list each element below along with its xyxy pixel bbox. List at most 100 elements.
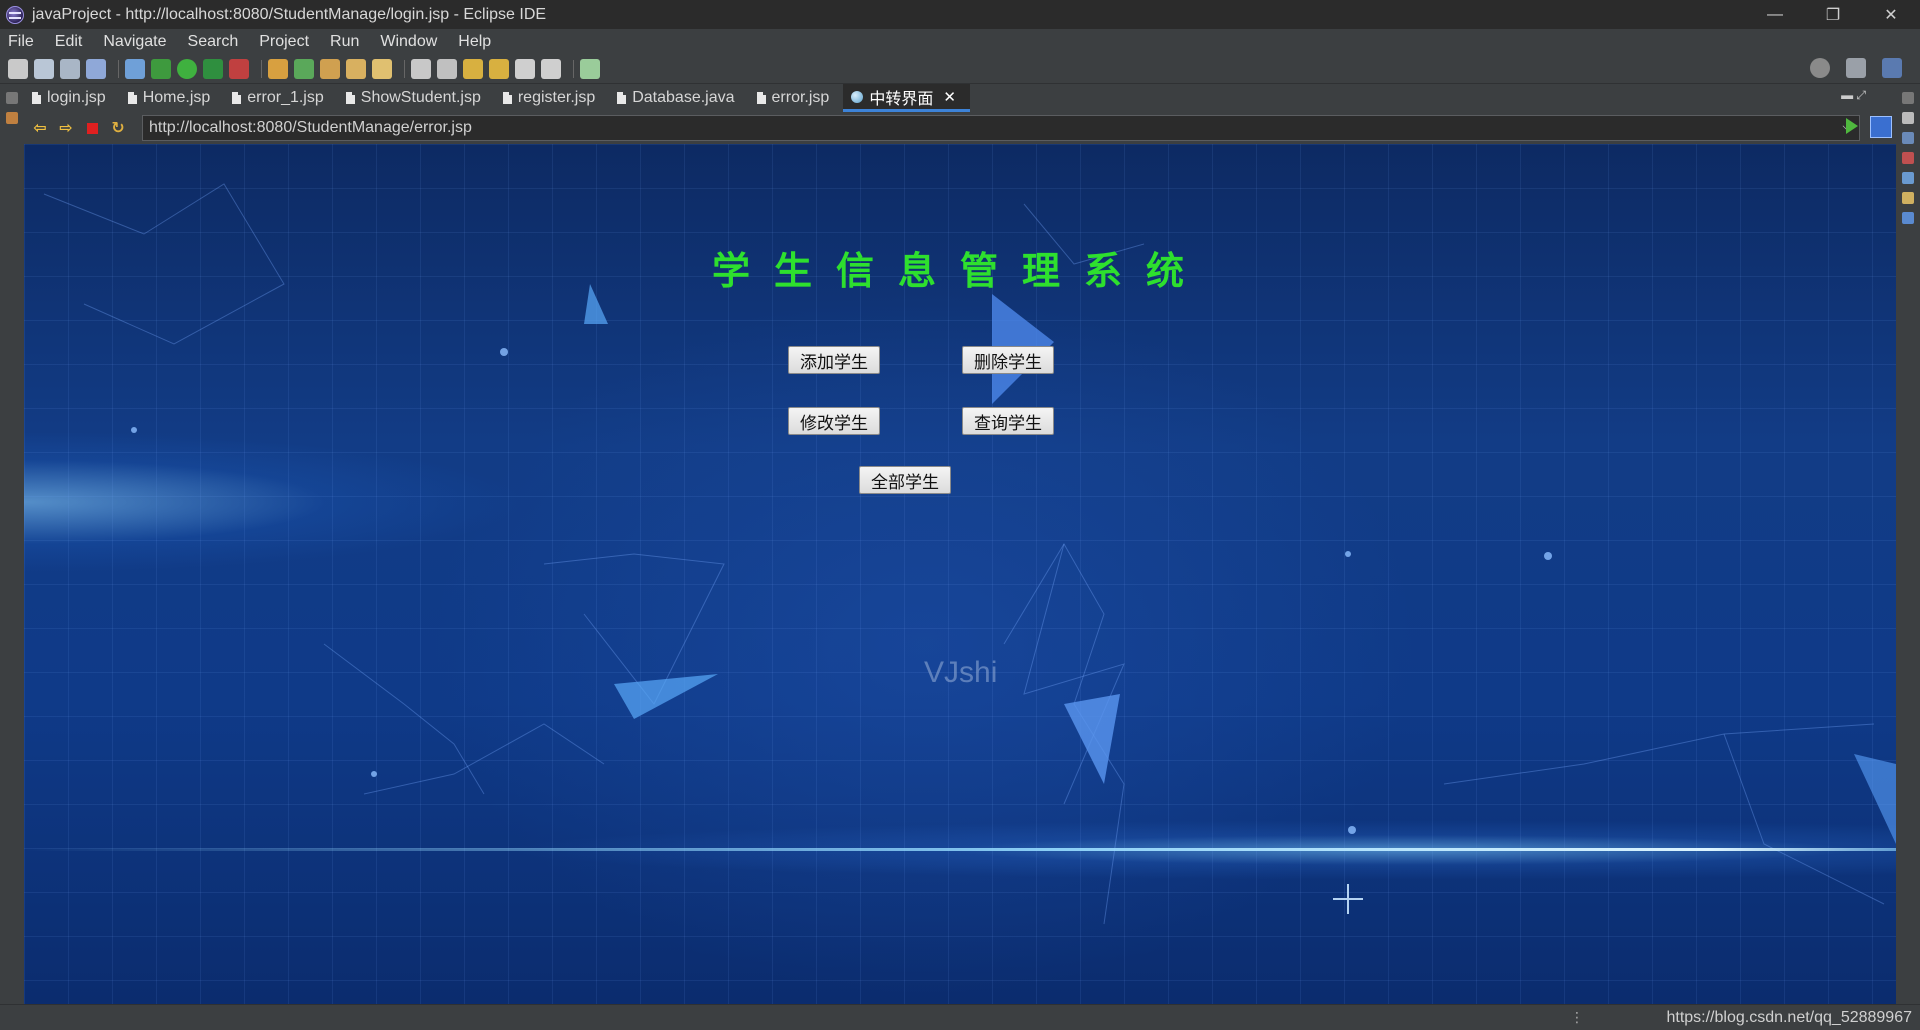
debug-icon[interactable]	[151, 58, 171, 79]
horizontal-light-beam	[24, 848, 1896, 851]
menu-edit[interactable]: Edit	[47, 33, 96, 51]
editor-tab-bar: login.jsp Home.jsp error_1.jsp ShowStude…	[24, 84, 1896, 112]
tab-error-1-jsp[interactable]: error_1.jsp	[224, 84, 337, 112]
tab-label: error.jsp	[771, 89, 830, 106]
menu-project[interactable]: Project	[251, 33, 322, 51]
left-trim-bar	[0, 84, 24, 1004]
browser-menu-icon[interactable]	[1870, 116, 1892, 138]
browser-address-bar: ⇦ ⇨ ↻ http://localhost:8080/StudentManag…	[24, 112, 1896, 144]
run-icon[interactable]	[177, 58, 197, 79]
menu-file[interactable]: File	[0, 33, 47, 51]
search-tool-icon[interactable]	[372, 58, 392, 79]
next-edit-icon[interactable]	[489, 58, 509, 79]
problems-icon[interactable]	[1902, 152, 1914, 164]
forward-arrow-icon[interactable]: ⇨	[56, 118, 76, 138]
external-tools-icon[interactable]	[229, 58, 249, 79]
tab-showstudent-jsp[interactable]: ShowStudent.jsp	[338, 84, 495, 112]
minimize-button[interactable]: —	[1746, 0, 1804, 29]
stop-icon[interactable]	[82, 118, 102, 138]
pin-icon[interactable]	[437, 58, 457, 79]
console-icon[interactable]	[1902, 192, 1914, 204]
search-icon[interactable]	[1810, 58, 1830, 78]
menu-search[interactable]: Search	[180, 33, 252, 51]
toolbar-separator	[404, 59, 405, 78]
tab-label: Home.jsp	[142, 89, 211, 106]
restore-view-icon[interactable]	[1902, 92, 1914, 104]
terminal-icon[interactable]	[86, 58, 106, 79]
window-title: javaProject - http://localhost:8080/Stud…	[32, 5, 547, 23]
eclipse-logo-icon	[6, 5, 24, 24]
globe-icon	[851, 90, 864, 103]
tab-home-jsp[interactable]: Home.jsp	[120, 84, 225, 112]
web-page-content: 学生信息管理系统 添加学生 删除学生 修改学生 查询学生 全部学生 VJshi	[24, 144, 1896, 1004]
tab-register-jsp[interactable]: register.jsp	[495, 84, 609, 112]
watermark-text: VJshi	[924, 656, 998, 689]
tab-transfer-page[interactable]: 中转界面 ✕	[843, 84, 970, 112]
file-icon	[502, 92, 512, 104]
save-all-icon[interactable]	[60, 58, 80, 79]
tab-label: Database.java	[632, 89, 735, 106]
toolbar-right	[1810, 58, 1908, 78]
prev-edit-icon[interactable]	[463, 58, 483, 79]
open-perspective-icon[interactable]	[1846, 58, 1866, 78]
restore-button[interactable]: ❐	[1804, 0, 1862, 29]
save-icon[interactable]	[34, 58, 54, 79]
outline-icon[interactable]	[1902, 112, 1914, 124]
go-icon[interactable]	[1846, 118, 1858, 134]
back-nav-icon[interactable]	[515, 58, 535, 79]
status-bar: ⋮ https://blog.csdn.net/qq_52889967	[0, 1004, 1920, 1030]
forward-nav-icon[interactable]	[541, 58, 561, 79]
toolbar-separator	[573, 59, 574, 78]
menu-run[interactable]: Run	[322, 33, 372, 51]
minimize-editor-icon[interactable]: ▬ ⤢	[1841, 88, 1866, 103]
open-type-icon[interactable]	[320, 58, 340, 79]
menu-navigate[interactable]: Navigate	[95, 33, 179, 51]
open-resource-icon[interactable]	[346, 58, 366, 79]
file-icon	[756, 92, 766, 104]
new-java-project-icon[interactable]	[268, 58, 288, 79]
url-input[interactable]: http://localhost:8080/StudentManage/erro…	[142, 115, 1860, 141]
main-toolbar	[0, 54, 1920, 84]
java-ee-perspective-icon[interactable]	[1882, 58, 1902, 78]
file-icon	[127, 92, 137, 104]
window-controls: — ❐ ✕	[1746, 0, 1920, 29]
status-text: https://blog.csdn.net/qq_52889967	[1666, 1009, 1912, 1026]
back-arrow-icon[interactable]: ⇦	[30, 118, 50, 138]
servers-icon[interactable]	[1902, 172, 1914, 184]
add-student-button[interactable]: 添加学生	[788, 346, 880, 374]
file-icon	[32, 92, 41, 104]
close-tab-icon[interactable]: ✕	[943, 88, 956, 106]
modify-student-button[interactable]: 修改学生	[788, 407, 880, 435]
coverage-icon[interactable]	[203, 58, 223, 79]
query-student-button[interactable]: 查询学生	[962, 407, 1054, 435]
menu-window[interactable]: Window	[372, 33, 450, 51]
package-explorer-icon[interactable]	[6, 112, 18, 124]
skip-breakpoints-icon[interactable]	[125, 58, 145, 79]
new-class-icon[interactable]	[294, 58, 314, 79]
tab-login-jsp[interactable]: login.jsp	[24, 84, 120, 112]
close-window-button[interactable]: ✕	[1862, 0, 1920, 29]
url-text: http://localhost:8080/StudentManage/erro…	[149, 119, 472, 136]
toolbar-separator	[261, 59, 262, 78]
restore-view-icon[interactable]	[6, 92, 18, 104]
refresh-icon[interactable]: ↻	[108, 118, 128, 138]
tab-label: error_1.jsp	[247, 89, 324, 106]
tab-label: register.jsp	[517, 89, 596, 106]
delete-student-button[interactable]: 删除学生	[962, 346, 1054, 374]
task-list-icon[interactable]	[1902, 132, 1914, 144]
menu-help[interactable]: Help	[450, 33, 504, 51]
annotation-icon[interactable]	[411, 58, 431, 79]
file-icon	[232, 92, 242, 104]
all-students-button[interactable]: 全部学生	[859, 466, 951, 494]
tab-label: login.jsp	[47, 89, 106, 106]
tab-database-java[interactable]: Database.java	[609, 84, 748, 112]
file-icon	[345, 92, 355, 104]
window-title-bar: javaProject - http://localhost:8080/Stud…	[0, 0, 1920, 29]
new-icon[interactable]	[8, 58, 28, 79]
tab-error-jsp[interactable]: error.jsp	[749, 84, 844, 112]
page-title: 学生信息管理系统	[711, 248, 1208, 293]
status-dots: ⋮	[1570, 1009, 1584, 1025]
tab-label: ShowStudent.jsp	[360, 89, 481, 106]
open-web-browser-icon[interactable]	[580, 58, 600, 79]
data-source-icon[interactable]	[1902, 212, 1914, 224]
